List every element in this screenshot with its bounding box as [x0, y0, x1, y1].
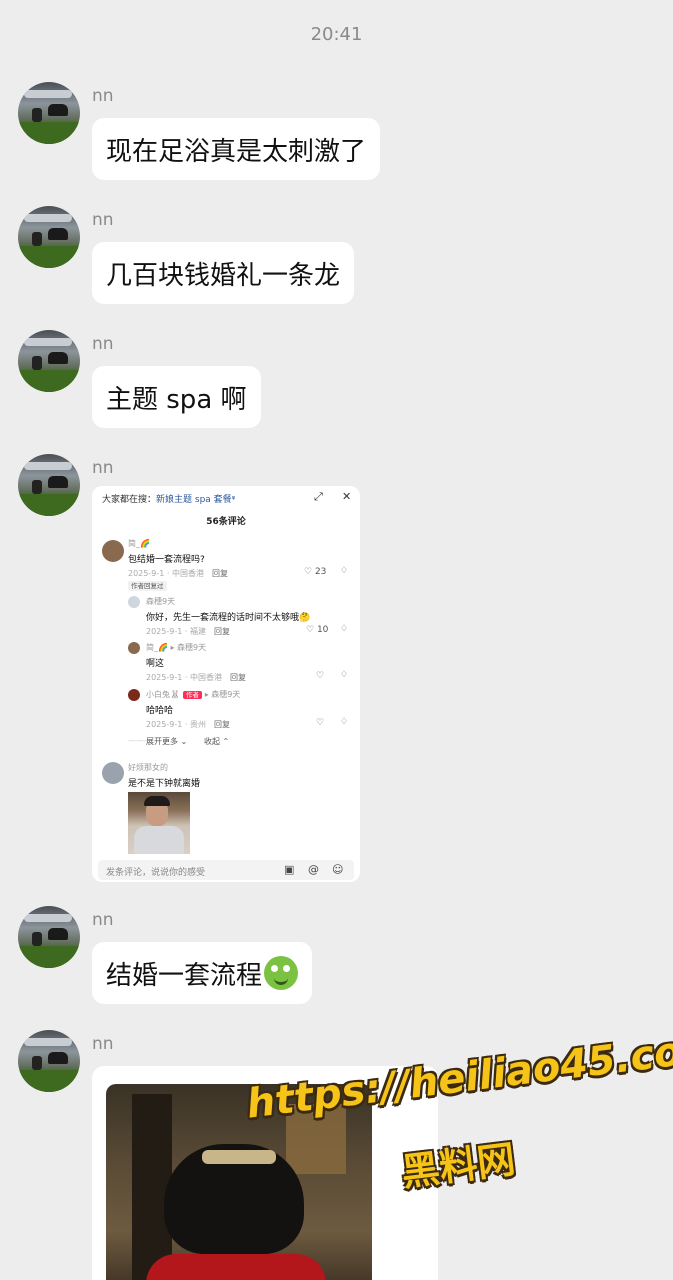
- avatar: [102, 762, 124, 784]
- search-suggestion: 大家都在搜：新娘主题 spa 套餐ᵠ: [102, 492, 235, 505]
- avatar[interactable]: [18, 330, 80, 392]
- dislike-icon: ♢: [340, 624, 349, 634]
- message-bubble[interactable]: 结婚一套流程: [92, 942, 313, 1004]
- message-text: 结婚一套流程: [106, 960, 263, 991]
- reply-to: ▸ 森穗9天: [204, 690, 241, 699]
- comment-meta: 2025-9-1 · 中国香港: [146, 673, 222, 682]
- dislike-icon: ♢: [340, 717, 349, 727]
- comment-input: 发条评论，说说你的感受 ▣ @ ☺: [98, 860, 354, 880]
- comment-text: 是不是下钟就离婚: [128, 779, 201, 789]
- chat-timestamp: 20:41: [310, 24, 363, 45]
- sender-name: nn: [92, 210, 114, 230]
- like-icon: ♡: [316, 671, 325, 681]
- like-value: 10: [316, 625, 329, 635]
- like-icon: ♡: [316, 718, 325, 728]
- search-term: 新娘主题 spa 套餐: [156, 495, 232, 505]
- avatar: [128, 642, 140, 654]
- comment-text: 哈哈哈: [146, 706, 174, 716]
- frog-emoji-icon: [264, 956, 299, 990]
- avatar[interactable]: [18, 906, 80, 968]
- like-value: 23: [314, 567, 327, 577]
- dislike-icon: ♢: [340, 566, 349, 576]
- emoji-icon: ☺: [332, 863, 344, 876]
- comment-text: 包结婚一套流程吗?: [128, 555, 205, 565]
- sender-name: nn: [92, 910, 114, 930]
- watermark-url: https://heiliao45.com: [244, 1023, 673, 1128]
- comment-image: [128, 792, 190, 854]
- reply-link: 回复: [213, 627, 230, 636]
- expand-more: 展开更多 ⌄: [146, 737, 188, 746]
- avatar[interactable]: [18, 82, 80, 144]
- message-bubble[interactable]: 现在足浴真是太刺激了: [92, 118, 381, 180]
- search-icon: ᵠ: [231, 495, 236, 505]
- comment-text: 啊这: [146, 659, 165, 669]
- collapse: 收起 ⌃: [204, 737, 230, 746]
- search-prefix: 大家都在搜：: [102, 495, 157, 505]
- message-bubble[interactable]: 主题 spa 啊: [92, 366, 261, 428]
- avatar: [102, 540, 124, 562]
- comment-meta: 2025-9-1 · 中国香港: [128, 569, 204, 578]
- comment-placeholder: 发条评论，说说你的感受: [106, 868, 206, 878]
- like-count: ♡ 10: [306, 625, 329, 635]
- avatar: [128, 689, 140, 701]
- comment-user: 简_🌈: [128, 539, 150, 548]
- author-replied-tag: 作者回复过: [128, 581, 167, 591]
- reply-link: 回复: [211, 569, 228, 578]
- avatar[interactable]: [18, 1030, 80, 1092]
- at-icon: @: [308, 863, 319, 876]
- avatar[interactable]: [18, 206, 80, 268]
- reply-link: 回复: [213, 720, 230, 729]
- reply-link: 回复: [229, 673, 246, 682]
- sender-name: nn: [92, 458, 114, 478]
- dislike-icon: ♢: [340, 670, 349, 680]
- avatar[interactable]: [18, 454, 80, 516]
- image-icon: ▣: [284, 863, 295, 876]
- comment-user: 小白兔🐰: [146, 690, 180, 699]
- comment-text: 你好，先生一套流程的话时间不太够哦🤔: [146, 613, 311, 623]
- comment-meta: 2025-9-1 · 贵州: [146, 720, 206, 729]
- avatar: [128, 596, 140, 608]
- sender-name: nn: [92, 334, 114, 354]
- close-icon: ✕: [342, 490, 352, 503]
- author-badge: 作者: [182, 691, 202, 699]
- expand-icon: ⤢: [314, 490, 323, 503]
- image-message[interactable]: 大家都在搜：新娘主题 spa 套餐ᵠ ⤢ ✕ 56条评论 简_🌈 包结婚一套流程…: [92, 486, 360, 882]
- comment-user: 简_🌈 ▸ 森穗9天: [146, 643, 207, 652]
- comment-count: 56条评论: [206, 517, 246, 527]
- sender-name: nn: [92, 86, 114, 106]
- comment-user: 森穗9天: [146, 597, 176, 606]
- like-count: ♡ 23: [304, 567, 327, 577]
- comment-meta: 2025-9-1 · 福建: [146, 627, 206, 636]
- comment-user: 好烦那女的: [128, 763, 168, 772]
- sender-name: nn: [92, 1034, 114, 1054]
- message-bubble[interactable]: 几百块钱婚礼一条龙: [92, 242, 355, 304]
